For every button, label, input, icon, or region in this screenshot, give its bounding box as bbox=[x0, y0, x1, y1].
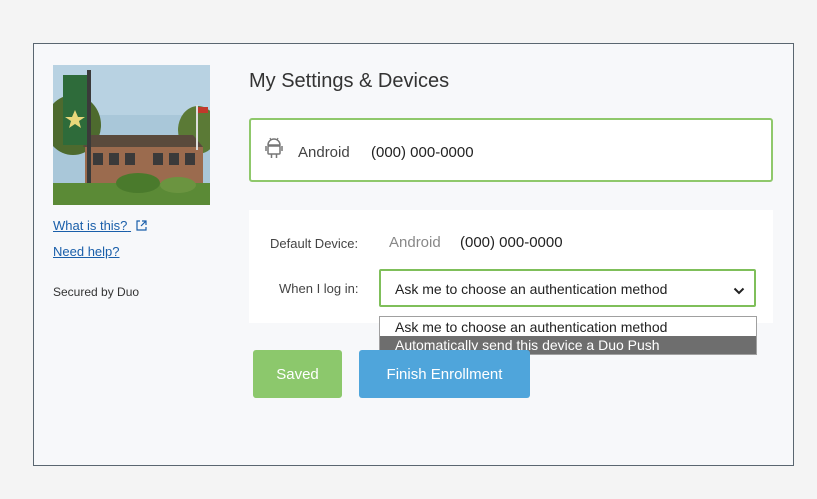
device-settings-panel: Default Device: Android (000) 000-0000 W… bbox=[249, 210, 773, 323]
login-behavior-select[interactable]: Ask me to choose an authentication metho… bbox=[379, 269, 756, 307]
what-is-this-label: What is this? bbox=[53, 218, 128, 233]
android-icon bbox=[265, 137, 283, 164]
device-phone: (000) 000-0000 bbox=[371, 144, 474, 161]
dropdown-option-ask[interactable]: Ask me to choose an authentication metho… bbox=[380, 318, 756, 336]
secured-by-text: Secured by Duo bbox=[53, 285, 140, 299]
device-card[interactable]: Android (000) 000-0000 bbox=[249, 118, 773, 182]
login-behavior-value: Ask me to choose an authentication metho… bbox=[395, 281, 668, 297]
external-link-icon bbox=[136, 219, 147, 234]
device-name: Android bbox=[298, 144, 350, 161]
organization-logo bbox=[53, 65, 210, 205]
chevron-down-icon bbox=[733, 283, 745, 301]
what-is-this-link[interactable]: What is this? bbox=[53, 218, 147, 234]
page-title: My Settings & Devices bbox=[249, 70, 450, 92]
default-device-name: Android bbox=[389, 234, 441, 251]
login-behavior-label: When I log in: bbox=[279, 281, 359, 296]
default-device-phone: (000) 000-0000 bbox=[460, 234, 563, 251]
finish-enrollment-button[interactable]: Finish Enrollment bbox=[359, 350, 530, 398]
default-device-label: Default Device: bbox=[270, 236, 359, 251]
need-help-link[interactable]: Need help? bbox=[53, 244, 120, 259]
saved-button[interactable]: Saved bbox=[253, 350, 342, 398]
